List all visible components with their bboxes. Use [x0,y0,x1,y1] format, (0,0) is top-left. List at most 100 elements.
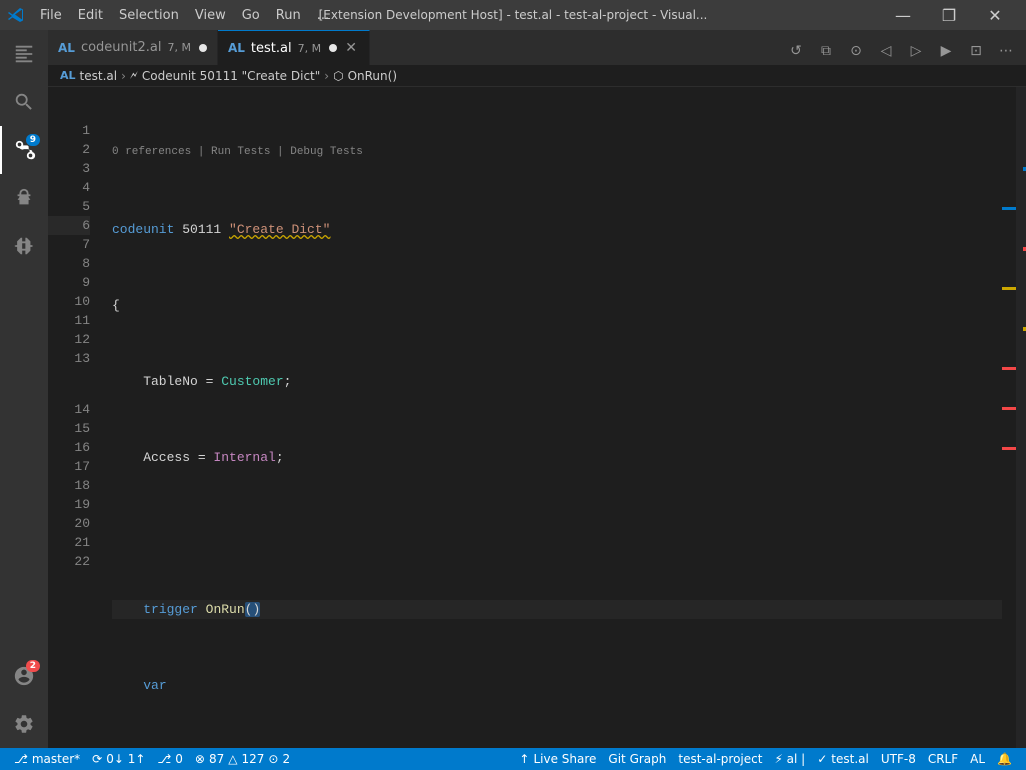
title-bar: File Edit Selection View Go Run ... [Ext… [0,0,1026,30]
activity-bar: 9 2 [0,30,48,748]
vscode-logo-icon [8,7,24,23]
status-live-share[interactable]: ↑ Live Share [513,748,602,770]
code-line-7: var [112,676,1002,695]
status-branch[interactable]: ⎇ master* [8,748,86,770]
tab-actions: ↺ ⧉ ⊙ ◁ ▷ ▶ ⊡ ⋯ [776,37,1026,65]
status-al-info[interactable]: ⚡ al | [768,748,811,770]
status-encoding[interactable]: UTF-8 [875,748,922,770]
tab-history-button[interactable]: ↺ [782,37,810,65]
editor-content: 1 2 3 4 5 6 7 8 9 10 11 12 13 14 15 16 1… [48,87,1026,748]
code-line-4: Access = Internal; [112,448,1002,467]
scrollbar-mark-red-3 [1002,447,1016,450]
live-share-icon: ↑ [519,752,529,766]
tab-name-codeunit2: codeunit2.al [81,40,162,55]
scrollbar-mark-red-2 [1002,407,1016,410]
status-language[interactable]: AL [964,748,991,770]
status-errors[interactable]: ⊗ 87 △ 127 ⊙ 2 [189,748,296,770]
line-numbers: 1 2 3 4 5 6 7 8 9 10 11 12 13 14 15 16 1… [48,87,98,748]
error-count: 87 [209,752,224,766]
menu-selection[interactable]: Selection [111,6,187,25]
status-git-graph[interactable]: Git Graph [602,748,672,770]
breadcrumb-sep2: › [324,69,329,83]
breadcrumb-codeunit[interactable]: 🗲 Codeunit 50111 "Create Dict" [130,68,320,83]
main-area: 9 2 AL codeunit2.al 7, M AL [0,30,1026,748]
breadcrumb-file[interactable]: AL test.al [60,69,117,83]
minimize-button[interactable]: — [880,0,926,30]
scm-badge: 9 [26,134,40,146]
code-line-6: trigger OnRun() [112,600,1002,619]
sync-icon: ⟳ [92,752,102,766]
restore-button[interactable]: ❐ [926,0,972,30]
tab-nav-next-button[interactable]: ▷ [902,37,930,65]
menu-file[interactable]: File [32,6,70,25]
status-notifications[interactable]: 🔔 [991,748,1018,770]
git-branch-icon: ⎇ [14,752,28,766]
status-line-ending[interactable]: CRLF [922,748,964,770]
tab-lineinfo-testal: 7, M [298,42,321,55]
close-button[interactable]: ✕ [972,0,1018,30]
ref-text-1[interactable]: 0 references | Run Tests | Debug Tests [112,146,363,158]
breadcrumb-sep1: › [121,69,126,83]
tab-close-testal[interactable]: ✕ [343,40,359,56]
tab-testal[interactable]: AL test.al 7, M ✕ [218,30,370,65]
tab-lineinfo-codeunit2: 7, M [167,41,190,54]
activity-accounts[interactable]: 2 [0,652,48,700]
activity-search[interactable] [0,78,48,126]
tab-debug-button[interactable]: ▶ [932,37,960,65]
language-label: AL [970,752,985,766]
live-share-label: Live Share [533,752,596,766]
menu-edit[interactable]: Edit [70,6,111,25]
references-line-1: 0 references | Run Tests | Debug Tests [112,144,1002,160]
activity-extensions[interactable] [0,222,48,270]
minimap [1016,87,1026,748]
tab-name-testal: test.al [251,41,292,56]
activity-explorer[interactable] [0,30,48,78]
tab-compare-button[interactable]: ⊙ [842,37,870,65]
menu-run[interactable]: Run [268,6,309,25]
breadcrumb-onrun-label: OnRun() [348,69,397,83]
status-test-file[interactable]: ✓ test.al [811,748,875,770]
tab-lang-testal: AL [228,41,245,55]
tab-split-button[interactable]: ⧉ [812,37,840,65]
breadcrumb-lang: AL [60,69,76,82]
breadcrumb-filename: test.al [80,69,118,83]
title-bar-controls: — ❐ ✕ [880,0,1018,30]
tab-layout-button[interactable]: ⊡ [962,37,990,65]
sync-count: 0↓ 1↑ [106,752,145,766]
scrollbar-area[interactable] [1002,87,1016,748]
breadcrumb: AL test.al › 🗲 Codeunit 50111 "Create Di… [48,65,1026,87]
test-file-label: test.al [831,752,869,766]
tab-codeunit2[interactable]: AL codeunit2.al 7, M [48,30,218,65]
activity-scm[interactable]: 9 [0,126,48,174]
project-label: test-al-project [678,752,762,766]
info-count: 2 [282,752,290,766]
activity-settings[interactable] [0,700,48,748]
menu-go[interactable]: Go [234,6,268,25]
breadcrumb-codeunit-icon: 🗲 [130,68,138,83]
status-pull-requests[interactable]: ⎇ 0 [151,748,188,770]
menu-bar: File Edit Selection View Go Run ... [32,6,337,25]
activity-debug[interactable] [0,174,48,222]
info-icon: ⊙ [268,752,278,766]
warning-count: 127 [241,752,264,766]
status-bar: ⎇ master* ⟳ 0↓ 1↑ ⎇ 0 ⊗ 87 △ 127 ⊙ 2 ↑ L… [0,748,1026,770]
status-sync[interactable]: ⟳ 0↓ 1↑ [86,748,151,770]
accounts-badge: 2 [26,660,40,672]
branch-name: master* [32,752,80,766]
status-project[interactable]: test-al-project [672,748,768,770]
git-graph-label: Git Graph [608,752,666,766]
code-area[interactable]: 0 references | Run Tests | Debug Tests c… [98,87,1002,748]
title-bar-left: File Edit Selection View Go Run ... [8,6,337,25]
tabs-bar: AL codeunit2.al 7, M AL test.al 7, M ✕ ↺… [48,30,1026,65]
tab-lang-codeunit2: AL [58,41,75,55]
al-label: ⚡ al | [774,752,805,766]
breadcrumb-onrun[interactable]: ⬡ OnRun() [333,69,397,83]
tab-more-button[interactable]: ⋯ [992,37,1020,65]
breadcrumb-codeunit-label: Codeunit 50111 "Create Dict" [142,69,320,83]
scrollbar-mark-blue [1002,207,1016,210]
breadcrumb-onrun-icon: ⬡ [333,69,343,83]
code-line-5 [112,524,1002,543]
menu-view[interactable]: View [187,6,234,25]
tab-nav-prev-button[interactable]: ◁ [872,37,900,65]
pull-request-count: 0 [175,752,183,766]
